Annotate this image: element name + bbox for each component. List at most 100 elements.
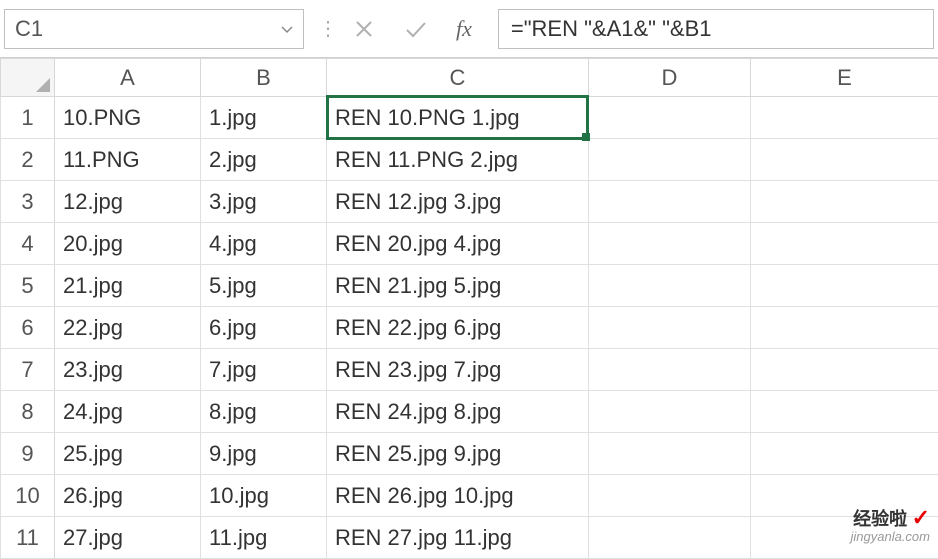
table-row: 925.jpg9.jpgREN 25.jpg 9.jpg [1, 433, 938, 475]
cell[interactable] [751, 307, 938, 349]
watermark-text: 经验啦 [853, 509, 907, 529]
table-row: 521.jpg5.jpgREN 21.jpg 5.jpg [1, 265, 938, 307]
cell[interactable]: 11.PNG [55, 139, 201, 181]
cell[interactable] [589, 139, 751, 181]
formula-input[interactable]: ="REN "&A1&" "&B1 [498, 9, 934, 49]
cell[interactable]: REN 11.PNG 2.jpg [327, 139, 589, 181]
cell[interactable]: 12.jpg [55, 181, 201, 223]
cell[interactable] [589, 349, 751, 391]
column-header-row: A B C D E [1, 59, 938, 97]
row-header[interactable]: 1 [1, 97, 55, 139]
table-row: 622.jpg6.jpgREN 22.jpg 6.jpg [1, 307, 938, 349]
cell[interactable]: REN 24.jpg 8.jpg [327, 391, 589, 433]
column-header-d[interactable]: D [589, 59, 751, 97]
row-header[interactable]: 3 [1, 181, 55, 223]
row-header[interactable]: 11 [1, 517, 55, 559]
table-row: 1026.jpg10.jpgREN 26.jpg 10.jpg [1, 475, 938, 517]
cell[interactable]: 3.jpg [201, 181, 327, 223]
enter-icon[interactable] [404, 17, 428, 41]
cell[interactable] [589, 475, 751, 517]
cell[interactable]: 6.jpg [201, 307, 327, 349]
cell[interactable]: 26.jpg [55, 475, 201, 517]
cell[interactable]: REN 27.jpg 11.jpg [327, 517, 589, 559]
cell[interactable]: REN 10.PNG 1.jpg [327, 97, 589, 139]
cell[interactable]: 10.PNG [55, 97, 201, 139]
grid-table: A B C D E 110.PNG1.jpgREN 10.PNG 1.jpg21… [0, 58, 938, 559]
cell[interactable]: 27.jpg [55, 517, 201, 559]
cell[interactable] [751, 265, 938, 307]
column-header-c[interactable]: C [327, 59, 589, 97]
column-header-e[interactable]: E [751, 59, 938, 97]
cell[interactable]: 5.jpg [201, 265, 327, 307]
cell[interactable]: 24.jpg [55, 391, 201, 433]
cell[interactable]: 4.jpg [201, 223, 327, 265]
cell[interactable] [589, 391, 751, 433]
name-box[interactable]: C1 [4, 9, 304, 49]
cell[interactable]: 23.jpg [55, 349, 201, 391]
cell[interactable] [589, 307, 751, 349]
column-header-a[interactable]: A [55, 59, 201, 97]
cell[interactable]: 9.jpg [201, 433, 327, 475]
table-row: 824.jpg8.jpgREN 24.jpg 8.jpg [1, 391, 938, 433]
check-icon: ✓ [912, 505, 930, 530]
cell[interactable]: REN 23.jpg 7.jpg [327, 349, 589, 391]
cell[interactable] [751, 433, 938, 475]
cell[interactable] [589, 97, 751, 139]
cell[interactable] [589, 433, 751, 475]
watermark-url: jingyanla.com [851, 530, 931, 544]
cell[interactable] [751, 223, 938, 265]
cell[interactable]: 11.jpg [201, 517, 327, 559]
formula-value: ="REN "&A1&" "&B1 [511, 16, 712, 42]
table-row: 211.PNG2.jpgREN 11.PNG 2.jpg [1, 139, 938, 181]
row-header[interactable]: 6 [1, 307, 55, 349]
formula-actions: fx [352, 16, 472, 42]
corner-triangle-icon [36, 78, 50, 92]
row-header[interactable]: 5 [1, 265, 55, 307]
row-header[interactable]: 9 [1, 433, 55, 475]
cell[interactable]: REN 20.jpg 4.jpg [327, 223, 589, 265]
cell[interactable]: 20.jpg [55, 223, 201, 265]
table-row: 110.PNG1.jpgREN 10.PNG 1.jpg [1, 97, 938, 139]
cell[interactable] [589, 517, 751, 559]
column-header-b[interactable]: B [201, 59, 327, 97]
cell[interactable] [751, 97, 938, 139]
cell[interactable]: 1.jpg [201, 97, 327, 139]
cell[interactable]: 8.jpg [201, 391, 327, 433]
spreadsheet-grid: A B C D E 110.PNG1.jpgREN 10.PNG 1.jpg21… [0, 58, 938, 559]
cell[interactable] [751, 181, 938, 223]
table-row: 420.jpg4.jpgREN 20.jpg 4.jpg [1, 223, 938, 265]
dropdown-icon[interactable] [281, 21, 293, 37]
table-row: 723.jpg7.jpgREN 23.jpg 7.jpg [1, 349, 938, 391]
cell[interactable]: 2.jpg [201, 139, 327, 181]
cell[interactable]: REN 21.jpg 5.jpg [327, 265, 589, 307]
cell[interactable] [751, 391, 938, 433]
cell[interactable] [751, 139, 938, 181]
separator-dots-icon: ⋮ [318, 16, 338, 41]
cell[interactable]: 7.jpg [201, 349, 327, 391]
watermark: 经验啦 ✓ jingyanla.com [851, 506, 931, 544]
cell[interactable]: 21.jpg [55, 265, 201, 307]
row-header[interactable]: 4 [1, 223, 55, 265]
select-all-corner[interactable] [1, 59, 55, 97]
cell[interactable]: REN 12.jpg 3.jpg [327, 181, 589, 223]
cell[interactable]: REN 22.jpg 6.jpg [327, 307, 589, 349]
cell[interactable] [589, 265, 751, 307]
fx-icon[interactable]: fx [456, 16, 472, 42]
row-header[interactable]: 8 [1, 391, 55, 433]
name-box-value: C1 [15, 16, 43, 42]
table-row: 1127.jpg11.jpgREN 27.jpg 11.jpg [1, 517, 938, 559]
formula-bar: C1 ⋮ fx ="REN "&A1&" "&B1 [0, 0, 938, 58]
cell[interactable]: 22.jpg [55, 307, 201, 349]
row-header[interactable]: 10 [1, 475, 55, 517]
row-header[interactable]: 2 [1, 139, 55, 181]
cancel-icon[interactable] [352, 17, 376, 41]
cell[interactable]: REN 25.jpg 9.jpg [327, 433, 589, 475]
cell[interactable] [751, 349, 938, 391]
row-header[interactable]: 7 [1, 349, 55, 391]
table-row: 312.jpg3.jpgREN 12.jpg 3.jpg [1, 181, 938, 223]
cell[interactable]: 10.jpg [201, 475, 327, 517]
cell[interactable]: 25.jpg [55, 433, 201, 475]
cell[interactable]: REN 26.jpg 10.jpg [327, 475, 589, 517]
cell[interactable] [589, 181, 751, 223]
cell[interactable] [589, 223, 751, 265]
